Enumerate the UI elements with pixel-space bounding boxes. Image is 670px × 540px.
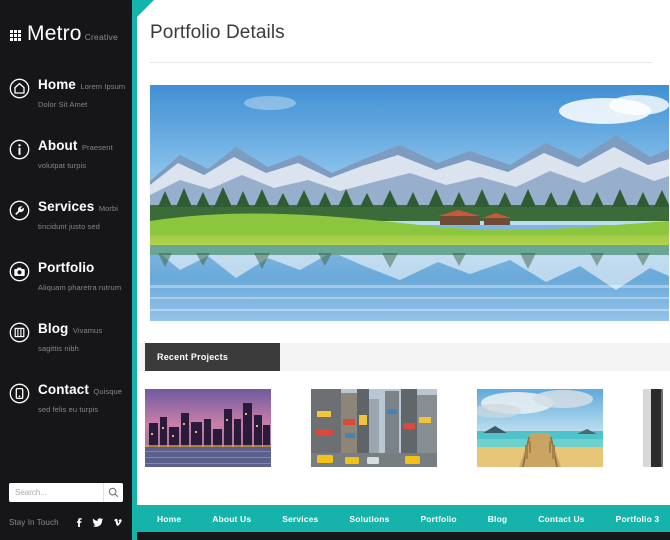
sidebar-item-label: Contact: [38, 382, 89, 397]
corner-ribbon-icon: [132, 0, 154, 22]
thumbnail-item[interactable]: [145, 389, 271, 467]
sidebar-item-label: Portfolio: [38, 260, 95, 275]
grid-icon: [10, 29, 21, 41]
info-icon: [9, 139, 30, 160]
footer-nav: Home About Us Services Solutions Portfol…: [137, 505, 670, 532]
sidebar-item-desc: Aliquam pharetra rutrum: [38, 283, 122, 292]
page-title: Portfolio Details: [150, 22, 285, 43]
recent-projects-band: Recent Projects: [132, 343, 670, 371]
footer-link-portfolio[interactable]: Portfolio: [420, 514, 456, 524]
thumbnail-item[interactable]: [643, 389, 663, 467]
phone-icon: [9, 383, 30, 404]
sidebar-item-portfolio[interactable]: Portfolio Aliquam pharetra rutrum: [0, 251, 132, 303]
footer-link-portfolio-3[interactable]: Portfolio 3: [616, 514, 660, 524]
search-icon: [108, 487, 119, 498]
sidebar-item-label: Blog: [38, 321, 69, 336]
search-button[interactable]: [103, 483, 123, 502]
sidebar-item-blog[interactable]: Blog Vivamus sagittis nibh: [0, 312, 132, 364]
footer-bottom-strip: [132, 532, 670, 540]
footer-link-blog[interactable]: Blog: [488, 514, 507, 524]
wrench-icon: [9, 200, 30, 221]
stay-in-touch-label: Stay In Touch: [9, 517, 59, 527]
sidebar-item-about[interactable]: About Praesent volutpat turpis: [0, 129, 132, 181]
sidebar-item-label: Services: [38, 199, 95, 214]
twitter-icon[interactable]: [92, 516, 104, 528]
app-root: Metro Creative Home Lorem Ipsum Dolor Si…: [0, 0, 670, 540]
brand-name: Metro: [27, 22, 82, 45]
title-divider: [150, 62, 652, 63]
home-icon: [9, 78, 30, 99]
sidebar-item-label: Home: [38, 77, 76, 92]
search-box[interactable]: [9, 483, 123, 502]
recent-projects-tab[interactable]: Recent Projects: [145, 343, 280, 371]
footer-link-services[interactable]: Services: [282, 514, 318, 524]
sidebar-item-home[interactable]: Home Lorem Ipsum Dolor Sit Amet: [0, 68, 132, 120]
search-input[interactable]: [9, 483, 103, 502]
sidebar-item-contact[interactable]: Contact Quisque sed felis eu turpis: [0, 373, 132, 425]
vimeo-icon[interactable]: [111, 516, 123, 528]
hero-image: [150, 85, 669, 321]
accent-strip: [132, 0, 137, 540]
facebook-icon[interactable]: [73, 516, 85, 528]
sidebar-footer: Stay In Touch: [0, 483, 132, 540]
thumbnail-item[interactable]: [311, 389, 437, 467]
sidebar-item-label: About: [38, 138, 78, 153]
sidebar-nav: Home Lorem Ipsum Dolor Sit Amet About Pr…: [0, 68, 132, 434]
footer-link-about-us[interactable]: About Us: [212, 514, 251, 524]
sidebar: Metro Creative Home Lorem Ipsum Dolor Si…: [0, 0, 132, 540]
thumbnail-list: [132, 389, 670, 467]
main-content: Portfolio Details Recent Projects Home A…: [132, 0, 670, 540]
footer-link-home[interactable]: Home: [157, 514, 181, 524]
footer-link-solutions[interactable]: Solutions: [349, 514, 389, 524]
thumbnail-item[interactable]: [477, 389, 603, 467]
list-icon: [9, 322, 30, 343]
brand-logo[interactable]: Metro Creative: [0, 0, 132, 46]
social-links: [73, 516, 123, 528]
footer-link-contact-us[interactable]: Contact Us: [538, 514, 584, 524]
social-row: Stay In Touch: [9, 516, 123, 528]
camera-icon: [9, 261, 30, 282]
sidebar-item-services[interactable]: Services Morbi tincidunt justo sed: [0, 190, 132, 242]
brand-tagline: Creative: [84, 32, 118, 42]
